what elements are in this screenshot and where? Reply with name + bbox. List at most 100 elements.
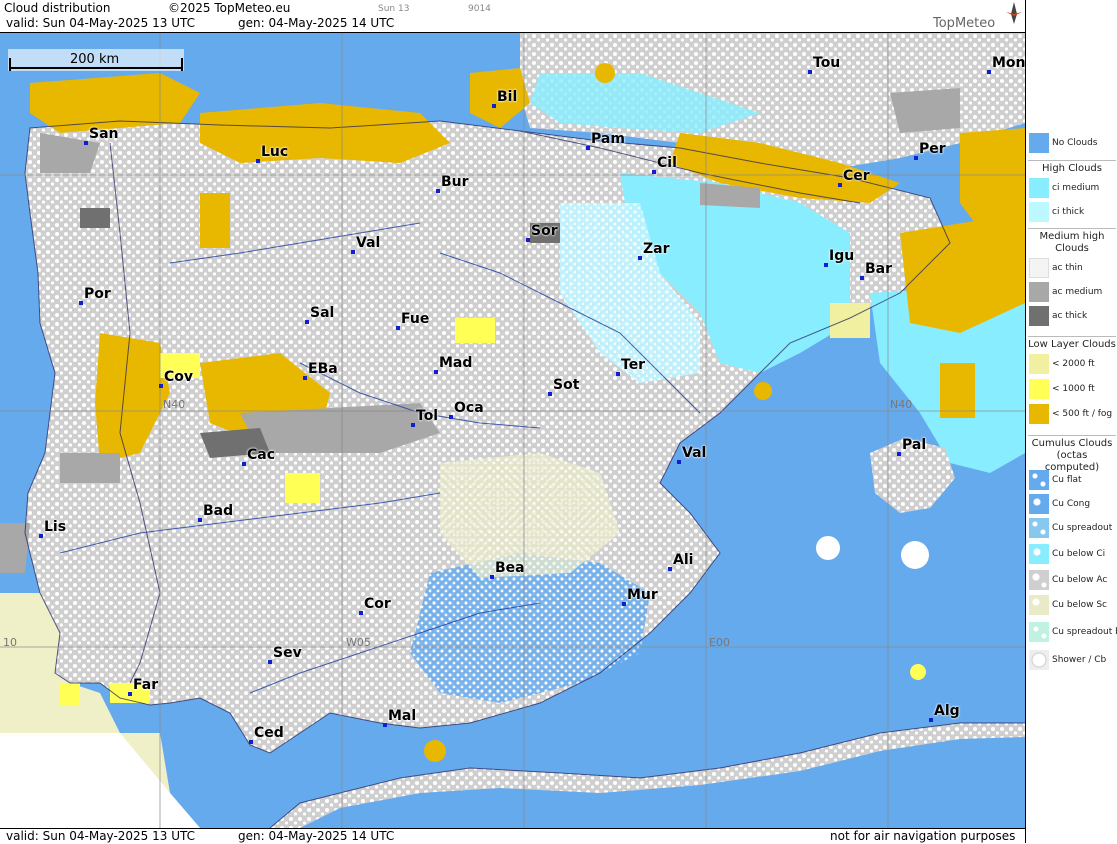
city-dot-icon bbox=[39, 534, 43, 538]
legend-item: No Clouds bbox=[1029, 133, 1117, 155]
cloud-map[interactable]: 200 km N40 N40 W05 E00 10 San Luc Bil Pam To… bbox=[0, 33, 1025, 828]
map-title: Cloud distribution bbox=[4, 1, 111, 15]
city-label: Bur bbox=[441, 174, 469, 190]
ac-medium-swatch bbox=[1029, 282, 1049, 302]
grid-label-lat-w: N40 bbox=[163, 398, 186, 411]
city-dot-icon bbox=[434, 370, 438, 374]
city-dot-icon bbox=[622, 602, 626, 606]
city-dot-icon bbox=[492, 104, 496, 108]
city-label: Val bbox=[356, 235, 381, 251]
city-label: Sot bbox=[553, 377, 580, 393]
grid-label-e00: E00 bbox=[709, 636, 730, 649]
footer-generated-time: gen: 04-May-2025 14 UTC bbox=[238, 829, 395, 843]
map-footer: valid: Sun 04-May-2025 13 UTC gen: 04-Ma… bbox=[0, 828, 1025, 844]
city-label: Ter bbox=[621, 357, 646, 373]
legend-label: No Clouds bbox=[1052, 138, 1098, 148]
footer-disclaimer: not for air navigation purposes bbox=[830, 829, 1016, 843]
legend-item: Cu below Ci bbox=[1029, 544, 1117, 566]
cu-spreadout-swatch bbox=[1029, 518, 1049, 538]
city-label: Cer bbox=[843, 168, 870, 184]
city-dot-icon bbox=[677, 460, 681, 464]
city-label: San bbox=[89, 126, 119, 142]
city-dot-icon bbox=[929, 718, 933, 722]
ac-thin-swatch bbox=[1029, 258, 1049, 278]
low-2000-swatch bbox=[1029, 354, 1049, 374]
city-label: Per bbox=[919, 141, 946, 157]
low-1000-swatch bbox=[1029, 379, 1049, 399]
ac-thick-swatch bbox=[1029, 306, 1049, 326]
city-label: Lis bbox=[44, 519, 67, 535]
city-dot-icon bbox=[824, 263, 828, 267]
legend-item: Cu below Ac bbox=[1029, 570, 1117, 592]
city-dot-icon bbox=[652, 170, 656, 174]
legend-label: ac thick bbox=[1052, 311, 1088, 321]
legend-heading: Medium high Clouds bbox=[1039, 231, 1105, 254]
city-label: Tou bbox=[813, 55, 841, 71]
city-label: Far bbox=[133, 677, 159, 693]
cu-flat-swatch bbox=[1029, 470, 1049, 490]
city-dot-icon bbox=[128, 692, 132, 696]
city-label: Mal bbox=[388, 708, 417, 724]
grid-label-lat-e: N40 bbox=[890, 398, 913, 411]
cu-below-ci-swatch bbox=[1029, 544, 1049, 564]
city-dot-icon bbox=[305, 320, 309, 324]
city-label: Pal bbox=[902, 437, 927, 453]
city-dot-icon bbox=[242, 462, 246, 466]
legend-separator bbox=[1028, 228, 1116, 229]
city-label: EBa bbox=[308, 361, 338, 377]
legend-label: ac medium bbox=[1052, 287, 1103, 297]
city-dot-icon bbox=[303, 376, 307, 380]
city-label: Pam bbox=[591, 131, 625, 147]
city-label: Sev bbox=[273, 645, 302, 661]
valid-time: valid: Sun 04-May-2025 13 UTC bbox=[6, 16, 195, 30]
low-500-swatch bbox=[1029, 404, 1049, 424]
legend-item: ci medium bbox=[1029, 178, 1117, 200]
city-dot-icon bbox=[198, 518, 202, 522]
generated-time: gen: 04-May-2025 14 UTC bbox=[238, 16, 395, 30]
city-label: Bar bbox=[865, 261, 893, 277]
legend-item: ac medium bbox=[1029, 282, 1117, 304]
city-dot-icon bbox=[586, 146, 590, 150]
city-label: Val bbox=[682, 445, 707, 461]
legend-label: Shower / Cb bbox=[1052, 655, 1107, 665]
city-dot-icon bbox=[436, 189, 440, 193]
legend-label: ci thick bbox=[1052, 207, 1085, 217]
city-label: Por bbox=[84, 286, 111, 302]
legend-label: Cu Cong bbox=[1052, 499, 1091, 509]
legend-label: < 1000 ft bbox=[1052, 384, 1095, 394]
legend-panel: No Clouds High Clouds ci medium ci thick Med… bbox=[1025, 0, 1117, 843]
city-dot-icon bbox=[490, 575, 494, 579]
city-dot-icon bbox=[396, 326, 400, 330]
legend-separator bbox=[1028, 435, 1116, 436]
legend-item: < 2000 ft bbox=[1029, 354, 1117, 376]
city-label: Oca bbox=[454, 400, 484, 416]
ci-medium-swatch bbox=[1029, 178, 1049, 198]
legend-label: ac thin bbox=[1052, 263, 1083, 273]
copyright: ©2025 TopMeteo.eu bbox=[168, 1, 291, 15]
city-dot-icon bbox=[914, 156, 918, 160]
day-label: Sun 13 bbox=[378, 4, 410, 14]
cloud-map-canvas[interactable] bbox=[0, 33, 1025, 828]
legend-item: < 1000 ft bbox=[1029, 379, 1117, 401]
city-dot-icon bbox=[359, 611, 363, 615]
brand-logo: TopMeteo bbox=[933, 16, 996, 31]
city-dot-icon bbox=[548, 392, 552, 396]
city-dot-icon bbox=[249, 740, 253, 744]
legend-item: ac thick bbox=[1029, 306, 1117, 328]
city-label: Bil bbox=[497, 89, 518, 105]
city-dot-icon bbox=[256, 159, 260, 163]
legend-heading: High Clouds bbox=[1042, 163, 1102, 174]
city-label: Alg bbox=[934, 703, 960, 719]
city-label: Cor bbox=[364, 596, 391, 612]
city-dot-icon bbox=[668, 567, 672, 571]
city-label: Bea bbox=[495, 560, 525, 576]
shower-cb-swatch bbox=[1029, 650, 1049, 670]
city-label: Mon bbox=[992, 55, 1025, 71]
city-label: Cil bbox=[657, 155, 677, 171]
scale-label: 200 km bbox=[70, 52, 120, 67]
legend-label: Cu below Ci bbox=[1052, 549, 1106, 559]
legend-label: Cu spreadout bbox=[1052, 523, 1113, 533]
city-dot-icon bbox=[351, 250, 355, 254]
city-label: Ced bbox=[254, 725, 284, 741]
legend-separator bbox=[1028, 336, 1116, 337]
